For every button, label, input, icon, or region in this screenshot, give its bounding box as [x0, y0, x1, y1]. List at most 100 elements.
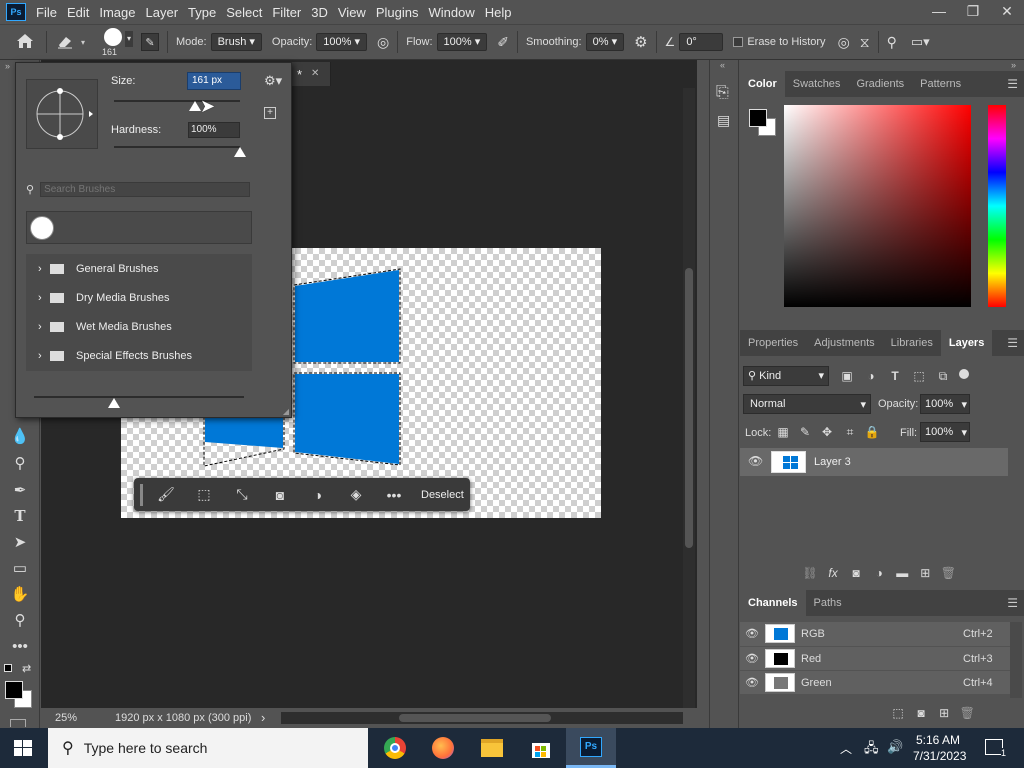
- tab-color[interactable]: Color: [740, 71, 785, 97]
- more-options-icon[interactable]: •••: [375, 487, 413, 503]
- tab-adjustments[interactable]: Adjustments: [806, 337, 883, 349]
- add-mask-icon[interactable]: ◙: [846, 566, 866, 580]
- windows-start-icon[interactable]: [14, 740, 32, 756]
- size-slider-handle[interactable]: [188, 101, 201, 111]
- close-tab-icon[interactable]: ✕: [311, 68, 319, 79]
- blend-mode-dropdown[interactable]: Normal ▾: [743, 394, 871, 414]
- transform-icon[interactable]: ⤡: [223, 486, 261, 503]
- layer-row[interactable]: 👁 Layer 3: [740, 448, 1008, 476]
- channel-row[interactable]: 👁 Green Ctrl+4: [740, 670, 1010, 694]
- clock-time[interactable]: 5:16 AM: [916, 733, 960, 747]
- load-selection-icon[interactable]: ⬚: [888, 706, 908, 720]
- menu-layer[interactable]: Layer: [142, 5, 183, 20]
- symmetry-icon[interactable]: ⧖: [860, 34, 870, 51]
- horizontal-scroll-thumb[interactable]: [399, 714, 551, 722]
- horizontal-scrollbar[interactable]: [281, 712, 683, 724]
- restore-button[interactable]: ❐: [956, 0, 990, 24]
- recent-brush-thumbnail[interactable]: [30, 216, 54, 240]
- chrome-icon[interactable]: [384, 737, 406, 759]
- menu-view[interactable]: View: [334, 5, 370, 20]
- color-field[interactable]: [784, 105, 971, 307]
- brush-angle-preview[interactable]: [26, 79, 98, 149]
- eye-icon[interactable]: 👁: [748, 454, 763, 468]
- collapse-arrows-icon[interactable]: »: [1011, 60, 1016, 70]
- hardness-input[interactable]: 100%: [188, 122, 240, 138]
- clock-date[interactable]: 7/31/2023: [913, 749, 966, 763]
- gear-icon[interactable]: ⚙▾: [264, 73, 282, 89]
- filter-shape-icon[interactable]: ⬚: [909, 369, 929, 383]
- taskbar-search-box[interactable]: ⚲ Type here to search: [48, 728, 368, 768]
- volume-icon[interactable]: 🔊: [887, 739, 903, 755]
- channels-scrollbar[interactable]: [1010, 622, 1022, 698]
- eye-icon[interactable]: 👁: [745, 676, 759, 689]
- brush-icon[interactable]: 🖌: [147, 486, 185, 503]
- panel-menu-icon[interactable]: ☰: [1007, 77, 1018, 91]
- close-button[interactable]: ✕: [990, 0, 1024, 24]
- angle-field[interactable]: 0°: [679, 33, 724, 51]
- tab-swatches[interactable]: Swatches: [785, 78, 849, 90]
- deselect-button[interactable]: Deselect: [421, 489, 464, 501]
- filter-toggle-icon[interactable]: [959, 369, 969, 379]
- new-layer-icon[interactable]: ⊞: [915, 566, 935, 580]
- lock-transparent-icon[interactable]: ▦: [773, 425, 793, 439]
- resize-grip-icon[interactable]: ◢: [283, 407, 289, 416]
- chevron-up-icon[interactable]: ︿: [840, 740, 852, 757]
- new-channel-icon[interactable]: ⊞: [934, 706, 954, 720]
- mode-dropdown[interactable]: Brush ▾: [210, 33, 262, 51]
- new-group-icon[interactable]: ▬: [892, 566, 912, 580]
- layer-opacity-field[interactable]: 100% ▾: [920, 394, 970, 414]
- mask-icon[interactable]: ◙: [261, 487, 299, 503]
- pen-tool-icon[interactable]: ✒: [9, 479, 31, 501]
- menu-help[interactable]: Help: [481, 5, 516, 20]
- smoothing-field[interactable]: 0% ▾: [585, 33, 625, 51]
- trash-icon[interactable]: 🗑: [957, 706, 977, 720]
- lock-image-icon[interactable]: ✎: [795, 425, 815, 439]
- more-tools-icon[interactable]: •••: [9, 635, 31, 657]
- adjustment-icon[interactable]: ◑: [299, 487, 337, 503]
- pressure-opacity-icon[interactable]: ◎: [377, 34, 389, 51]
- zoom-level[interactable]: 25%: [55, 712, 77, 724]
- quick-mask-icon[interactable]: [10, 719, 26, 727]
- fill-field[interactable]: 100% ▾: [920, 422, 970, 442]
- airbrush-icon[interactable]: ✐: [497, 34, 509, 51]
- channel-row[interactable]: 👁 RGB Ctrl+2: [740, 622, 1010, 646]
- tab-patterns[interactable]: Patterns: [912, 78, 969, 90]
- pressure-size-icon[interactable]: ◎: [838, 34, 850, 51]
- firefox-icon[interactable]: [432, 737, 454, 759]
- blur-tool-icon[interactable]: 💧: [9, 425, 31, 447]
- tab-libraries[interactable]: Libraries: [883, 337, 941, 349]
- menu-image[interactable]: Image: [95, 5, 139, 20]
- eye-icon[interactable]: 👁: [745, 627, 759, 640]
- foreground-color-chip[interactable]: [749, 109, 767, 127]
- history-icon[interactable]: ⎘: [716, 84, 729, 102]
- trash-icon[interactable]: 🗑: [938, 566, 958, 580]
- menu-edit[interactable]: Edit: [63, 5, 93, 20]
- default-colors-icon[interactable]: [4, 664, 12, 672]
- menu-plugins[interactable]: Plugins: [372, 5, 423, 20]
- hardness-slider-track[interactable]: [114, 146, 240, 148]
- hue-slider[interactable]: [988, 105, 1006, 307]
- fill-icon[interactable]: ◈: [337, 486, 375, 503]
- menu-type[interactable]: Type: [184, 5, 220, 20]
- foreground-color-swatch[interactable]: [5, 681, 23, 699]
- path-selection-tool-icon[interactable]: ➤: [9, 531, 31, 553]
- new-adjustment-icon[interactable]: ◑: [869, 566, 889, 580]
- comments-icon[interactable]: ▤: [717, 112, 730, 129]
- gear-icon[interactable]: ⚙: [634, 33, 647, 51]
- folder-general-brushes[interactable]: › General Brushes: [38, 255, 245, 283]
- folder-special-effects-brushes[interactable]: › Special Effects Brushes: [38, 342, 245, 370]
- lock-all-icon[interactable]: 🔒: [862, 425, 882, 439]
- network-icon[interactable]: 🖧: [864, 739, 879, 761]
- drag-handle[interactable]: [140, 483, 143, 506]
- hand-tool-icon[interactable]: ✋: [9, 583, 31, 605]
- size-input[interactable]: 161 px: [187, 72, 241, 90]
- minimize-button[interactable]: —: [922, 0, 956, 24]
- eraser-tool-icon[interactable]: [55, 33, 81, 52]
- filter-pixel-icon[interactable]: ▣: [837, 369, 857, 383]
- opacity-field[interactable]: 100% ▾: [316, 33, 367, 51]
- menu-3d[interactable]: 3D: [307, 5, 332, 20]
- panel-menu-icon[interactable]: ☰: [1007, 596, 1018, 610]
- save-selection-icon[interactable]: ◙: [911, 706, 931, 720]
- file-explorer-icon[interactable]: [481, 739, 503, 757]
- search-icon[interactable]: ⚲: [887, 34, 897, 51]
